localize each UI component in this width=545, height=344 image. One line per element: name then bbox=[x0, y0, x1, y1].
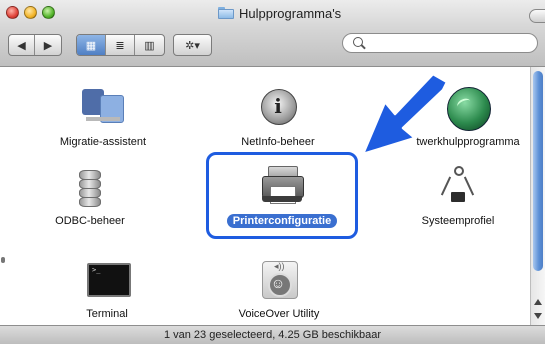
scroll-down-arrow-icon[interactable] bbox=[534, 313, 542, 319]
titlebar: Hulpprogramma's ◀ ▶ ▦ ≣ ▥ ✲▾ bbox=[0, 0, 545, 67]
file-item-label: Systeemprofiel bbox=[421, 215, 495, 227]
file-item-label: Migratie-assistent bbox=[59, 136, 147, 148]
finder-window: Hulpprogramma's ◀ ▶ ▦ ≣ ▥ ✲▾ Migratie-as… bbox=[0, 0, 545, 344]
voiceover-icon: ◂)) ☺ bbox=[256, 257, 302, 303]
file-item-voiceover-utility[interactable]: ◂)) ☺ VoiceOver Utility bbox=[209, 257, 349, 322]
migration-assistant-icon bbox=[80, 85, 126, 131]
system-profiler-icon bbox=[435, 164, 481, 210]
forward-button[interactable]: ▶ bbox=[35, 35, 61, 55]
column-view-button[interactable]: ▥ bbox=[135, 35, 164, 55]
pane-resize-handle[interactable] bbox=[1, 257, 5, 263]
netinfo-icon: i bbox=[255, 85, 301, 131]
gear-icon: ✲▾ bbox=[185, 39, 200, 52]
action-menu-button[interactable]: ✲▾ bbox=[173, 34, 212, 56]
pointer-arrow-icon bbox=[361, 72, 449, 156]
folder-icon bbox=[218, 7, 234, 19]
back-button[interactable]: ◀ bbox=[9, 35, 35, 55]
search-icon-handle bbox=[361, 44, 366, 50]
terminal-prompt: >_ bbox=[92, 266, 101, 274]
grid-icon: ▦ bbox=[85, 39, 97, 52]
view-mode-control: ▦ ≣ ▥ bbox=[76, 34, 165, 56]
zoom-button[interactable] bbox=[42, 6, 55, 19]
file-item-label: VoiceOver Utility bbox=[238, 308, 320, 320]
list-icon: ≣ bbox=[115, 39, 125, 52]
columns-icon: ▥ bbox=[144, 39, 155, 52]
file-item-label: NetInfo-beheer bbox=[241, 136, 315, 148]
file-item-label: ODBC-beheer bbox=[55, 215, 125, 227]
window-title: Hulpprogramma's bbox=[218, 4, 341, 22]
file-item-migratie-assistent[interactable]: Migratie-assistent bbox=[33, 85, 173, 150]
icon-view-button[interactable]: ▦ bbox=[77, 35, 106, 55]
file-item-netinfo-beheer[interactable]: i NetInfo-beheer bbox=[208, 85, 348, 150]
search-field[interactable] bbox=[342, 33, 538, 53]
file-item-terminal[interactable]: >_ Terminal bbox=[37, 257, 177, 322]
forward-arrow-icon: ▶ bbox=[43, 39, 53, 52]
highlight-box bbox=[206, 152, 358, 239]
database-icon bbox=[67, 164, 113, 210]
terminal-icon: >_ bbox=[84, 257, 131, 303]
vertical-scrollbar[interactable] bbox=[530, 67, 545, 325]
file-item-systeemprofiel[interactable]: Systeemprofiel bbox=[388, 164, 528, 229]
status-bar: 1 van 23 geselecteerd, 4.25 GB beschikba… bbox=[0, 325, 545, 344]
close-button[interactable] bbox=[6, 6, 19, 19]
back-arrow-icon: ◀ bbox=[17, 39, 26, 52]
scroll-up-arrow-icon[interactable] bbox=[534, 299, 542, 305]
status-text: 1 van 23 geselecteerd, 4.25 GB beschikba… bbox=[163, 329, 382, 341]
list-view-button[interactable]: ≣ bbox=[106, 35, 135, 55]
back-forward-control: ◀ ▶ bbox=[8, 34, 62, 56]
file-item-odbc-beheer[interactable]: ODBC-beheer bbox=[20, 164, 160, 229]
file-item-label: Terminal bbox=[86, 308, 128, 320]
toolbar-toggle-button[interactable] bbox=[529, 9, 545, 23]
window-title-text: Hulpprogramma's bbox=[239, 5, 342, 21]
scrollbar-thumb[interactable] bbox=[533, 71, 543, 271]
minimize-button[interactable] bbox=[24, 6, 37, 19]
